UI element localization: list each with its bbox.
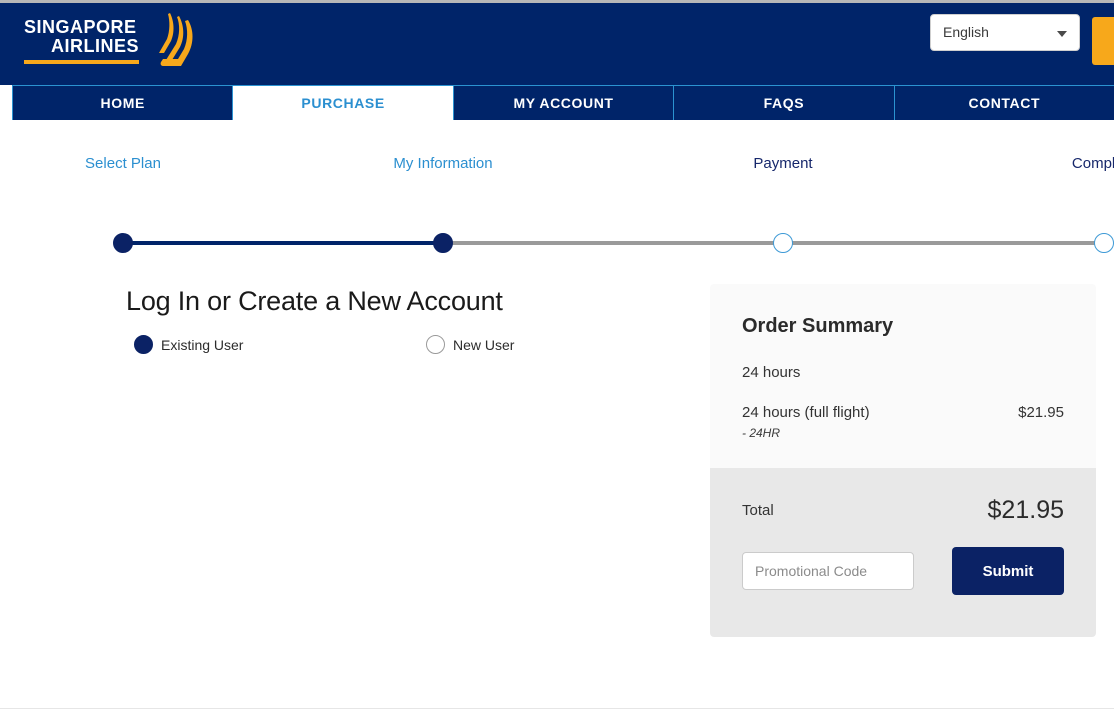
total-amount: $21.95 <box>987 496 1064 524</box>
order-summary-items-section: Order Summary 24 hours 24 hours (full fl… <box>710 284 1096 468</box>
promo-code-input[interactable] <box>742 552 914 590</box>
step-my-information-dot <box>433 233 453 253</box>
order-summary-plan-name: 24 hours <box>742 364 801 381</box>
radio-existing-user-indicator <box>134 335 153 354</box>
checkout-progress-stepper: Select Plan My Information Payment Compl… <box>85 155 1114 260</box>
order-summary-panel: Order Summary 24 hours 24 hours (full fl… <box>710 284 1096 637</box>
line-item-amount: $21.95 <box>1018 404 1064 421</box>
site-header: SINGAPORE AIRLINES English <box>0 3 1114 85</box>
nav-item-contact[interactable]: CONTACT <box>895 86 1114 120</box>
language-selected-value: English <box>943 24 989 40</box>
promo-code-row: Submit <box>742 547 1064 595</box>
line-item-subtext: - 24HR <box>742 426 781 440</box>
main-navigation: HOME PURCHASE MY ACCOUNT FAQS CONTACT <box>12 85 1114 120</box>
nav-item-my-account-label: MY ACCOUNT <box>513 95 614 111</box>
logo-wordmark: SINGAPORE AIRLINES <box>24 18 139 56</box>
nav-item-purchase[interactable]: PURCHASE <box>233 86 454 120</box>
logo-line-2: AIRLINES <box>50 36 139 56</box>
step-complete-dot <box>1094 233 1114 253</box>
accent-action-button[interactable] <box>1092 17 1114 65</box>
total-row: Total $21.95 <box>742 496 1064 525</box>
radio-new-user-indicator <box>426 335 445 354</box>
footer-divider <box>0 708 1114 709</box>
nav-item-faqs-label: FAQS <box>763 95 805 111</box>
total-label: Total <box>742 502 774 519</box>
login-section: Log In or Create a New Account Existing … <box>126 286 656 359</box>
step-select-plan-dot <box>113 233 133 253</box>
logo-line-1: SINGAPORE <box>24 17 137 37</box>
step-my-information-label: My Information <box>393 155 493 172</box>
nav-item-home[interactable]: HOME <box>13 86 234 120</box>
step-complete-label: Complete <box>1071 155 1114 172</box>
step-payment-dot <box>773 233 793 253</box>
logo-underline-rule <box>24 60 139 64</box>
singapore-airlines-logo[interactable]: SINGAPORE AIRLINES <box>24 12 194 74</box>
radio-new-user-label: New User <box>453 336 515 353</box>
order-summary-line-item: 24 hours (full flight) $21.95 <box>742 404 1064 421</box>
bird-icon <box>159 13 193 66</box>
nav-item-home-label: HOME <box>100 95 145 111</box>
radio-existing-user-label: Existing User <box>161 336 244 353</box>
order-summary-total-section: Total $21.95 Submit <box>710 468 1096 637</box>
nav-item-contact-label: CONTACT <box>968 95 1041 111</box>
account-type-radio-group: Existing User New User <box>126 335 656 359</box>
radio-new-user[interactable]: New User <box>426 335 514 354</box>
page-title: Log In or Create a New Account <box>126 286 503 316</box>
stepper-progress-fill <box>123 241 443 245</box>
nav-item-purchase-label: PURCHASE <box>301 95 385 111</box>
step-select-plan-label: Select Plan <box>85 155 161 172</box>
page-content: Select Plan My Information Payment Compl… <box>0 120 1114 708</box>
step-payment-label: Payment <box>753 155 813 172</box>
order-summary-title: Order Summary <box>742 315 894 337</box>
radio-existing-user[interactable]: Existing User <box>134 335 243 354</box>
language-select[interactable]: English <box>930 14 1080 51</box>
chevron-down-icon <box>1057 31 1067 37</box>
nav-item-faqs[interactable]: FAQS <box>674 86 895 120</box>
nav-item-my-account[interactable]: MY ACCOUNT <box>454 86 675 120</box>
submit-button[interactable]: Submit <box>952 547 1064 595</box>
line-item-label: 24 hours (full flight) <box>742 404 870 421</box>
